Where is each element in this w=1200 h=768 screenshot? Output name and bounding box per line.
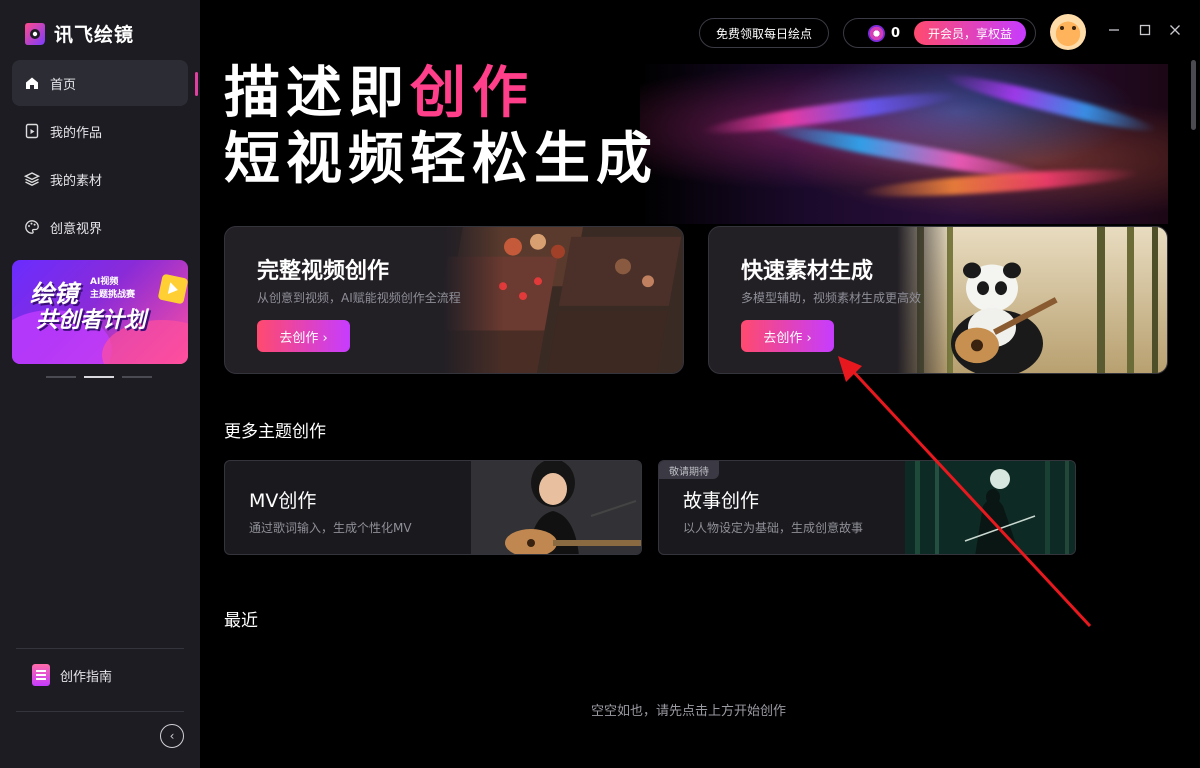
sidebar-item-label: 我的素材 — [50, 173, 103, 189]
theme-card-mv[interactable]: MV创作 通过歌词输入，生成个性化MV — [224, 460, 642, 555]
hero-headline: 描述即创作 — [224, 62, 534, 126]
sidebar-item-label: 首页 — [50, 77, 77, 93]
theme-card-desc: 通过歌词输入，生成个性化MV — [249, 521, 412, 535]
empty-state-text: 空空如也，请先点击上方开始创作 — [591, 704, 787, 719]
sidebar-item-label: 我的作品 — [50, 125, 103, 141]
carousel-dot[interactable] — [46, 376, 76, 378]
feature-card-desc: 从创意到视频，AI赋能视频创作全流程 — [257, 291, 461, 305]
collapse-sidebar-button[interactable]: ‹ — [160, 724, 184, 748]
sidebar-item-label: 创意视界 — [50, 221, 103, 237]
guide-label: 创作指南 — [60, 669, 113, 685]
sidebar-item-my-works[interactable]: 我的作品 — [12, 108, 188, 154]
guide-book-icon — [32, 664, 50, 686]
active-indicator — [195, 72, 198, 96]
points-vip-box: 0 开会员，享权益 — [843, 18, 1036, 48]
avatar[interactable] — [1050, 14, 1086, 50]
go-create-button[interactable]: 去创作 › — [257, 320, 350, 352]
section-title-more-themes: 更多主题创作 — [224, 422, 326, 442]
go-create-button[interactable]: 去创作 › — [741, 320, 834, 352]
feature-card-desc: 多模型辅助，视频素材生成更高效 — [741, 291, 922, 305]
panda-guitar-image — [897, 227, 1167, 373]
sidebar-item-my-materials[interactable]: 我的素材 — [12, 156, 188, 202]
divider — [16, 648, 184, 649]
points-count: 0 — [891, 25, 901, 41]
theme-card-story[interactable]: 敬请期待 故事创作 以人物设定为基础，生成创意故事 — [658, 460, 1076, 555]
play-flag-icon — [157, 273, 188, 305]
swordsman-bamboo-image — [905, 461, 1075, 554]
app-logo[interactable]: 讯飞绘镜 — [22, 20, 134, 47]
feature-card-title: 完整视频创作 — [257, 259, 390, 284]
home-icon — [24, 75, 40, 91]
promo-tag: 主题挑战赛 — [90, 290, 136, 300]
free-points-label: 免费领取每日绘点 — [715, 26, 812, 41]
free-points-button[interactable]: 免费领取每日绘点 — [699, 18, 829, 48]
singer-guitar-image — [471, 461, 641, 554]
hero-headline-prefix: 描述即 — [224, 61, 410, 126]
feature-card-title: 快速素材生成 — [741, 259, 874, 284]
feature-card-full-video[interactable]: 完整视频创作 从创意到视频，AI赋能视频创作全流程 去创作 › — [224, 226, 684, 374]
creation-guide-button[interactable]: 创作指南 — [32, 664, 112, 686]
app-name: 讯飞绘镜 — [54, 24, 135, 46]
points-coin-icon — [868, 24, 885, 42]
carousel-dots — [46, 376, 152, 378]
promo-tag: AI视频 — [90, 277, 119, 287]
sidebar-nav: 首页 我的作品 我的素材 创意视界 — [12, 60, 188, 252]
food-collage-image — [443, 227, 683, 373]
close-icon[interactable] — [1167, 22, 1183, 38]
hero-subheadline: 短视频轻松生成 — [224, 127, 658, 192]
section-title-recent: 最近 — [224, 611, 258, 631]
palette-icon — [24, 219, 40, 235]
sidebar-item-creative-vision[interactable]: 创意视界 — [12, 204, 188, 250]
promo-subtitle: 共创者计划 — [36, 308, 147, 333]
divider — [16, 711, 184, 712]
vip-button[interactable]: 开会员，享权益 — [914, 21, 1027, 45]
scrollbar[interactable] — [1191, 60, 1196, 130]
chevron-left-icon: ‹ — [169, 729, 175, 743]
carousel-dot[interactable] — [84, 376, 114, 378]
carousel-dot[interactable] — [122, 376, 152, 378]
theme-card-title: 故事创作 — [683, 490, 760, 512]
feature-card-quick-material[interactable]: 快速素材生成 多模型辅助，视频素材生成更高效 去创作 › — [708, 226, 1168, 374]
maximize-icon[interactable] — [1137, 22, 1153, 38]
hero-headline-highlight: 创作 — [410, 61, 534, 126]
theme-card-title: MV创作 — [249, 490, 317, 512]
layers-icon — [24, 171, 40, 187]
promo-banner[interactable]: 绘镜 AI视频 主题挑战赛 共创者计划 — [12, 260, 188, 364]
sidebar-item-home[interactable]: 首页 — [12, 60, 188, 106]
sidebar: 讯飞绘镜 首页 我的作品 我的素材 创意视界 绘镜 AI视频 主题挑战赛 共创者… — [0, 0, 200, 768]
coming-soon-badge: 敬请期待 — [659, 461, 719, 479]
minimize-icon[interactable] — [1106, 22, 1122, 38]
theme-card-desc: 以人物设定为基础，生成创意故事 — [683, 521, 864, 535]
hero-background-art — [640, 64, 1168, 224]
app-logo-icon — [25, 22, 45, 45]
works-icon — [24, 123, 40, 139]
